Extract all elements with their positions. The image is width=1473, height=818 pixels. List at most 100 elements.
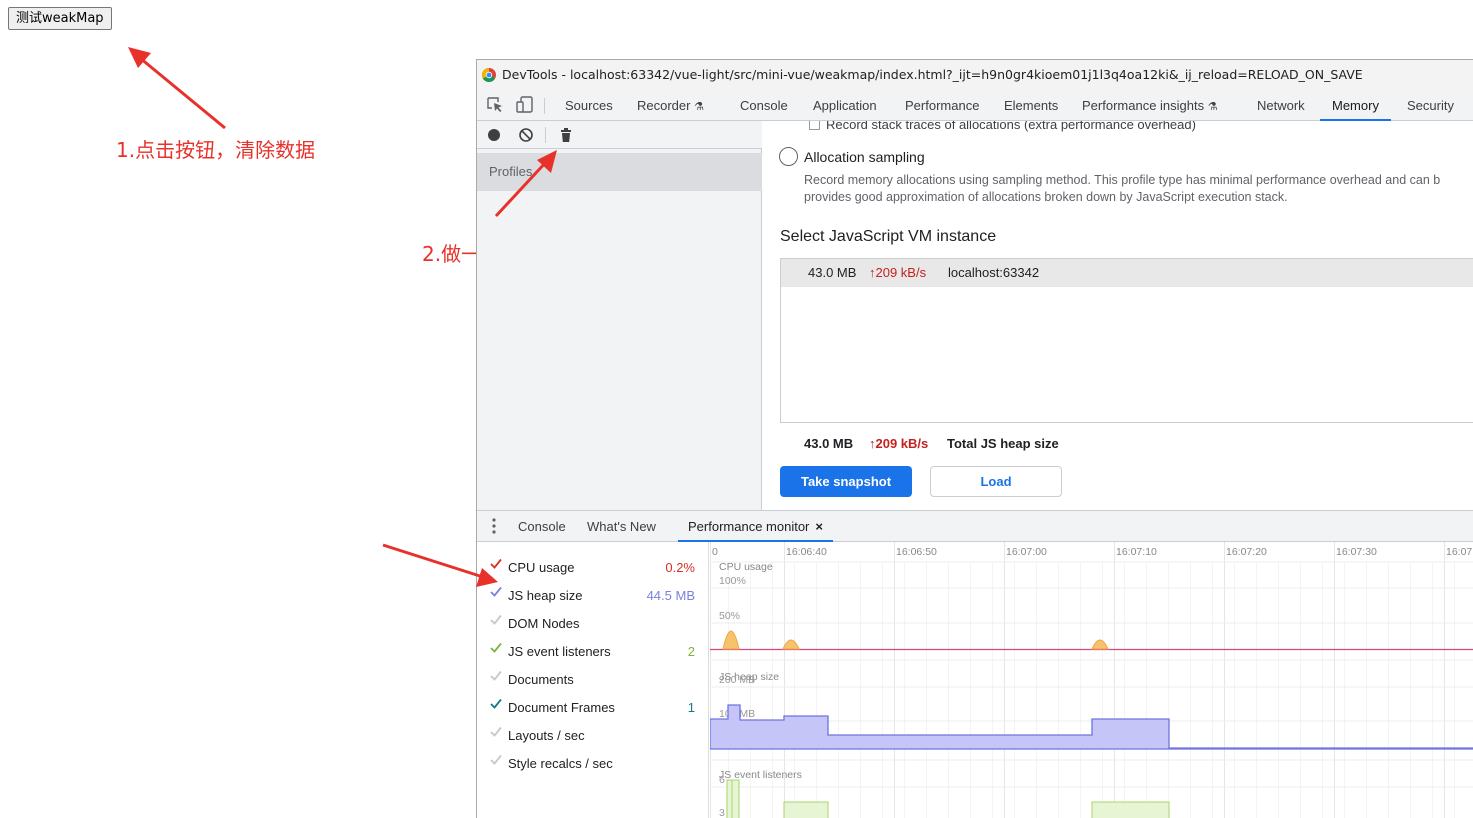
metric-label: Style recalcs / sec [508,756,613,771]
checkmark-icon[interactable] [489,697,503,711]
tab-console[interactable]: Console [740,90,788,121]
tab-elements[interactable]: Elements [1004,90,1058,121]
toolbar-divider [545,127,546,143]
metric-label: Document Frames [508,700,615,715]
flask-icon: ⚗ [694,101,704,113]
select-vm-title: Select JavaScript VM instance [780,228,997,245]
time-label: 16:07:20 [1226,546,1267,558]
tab-memory[interactable]: Memory [1320,90,1391,121]
device-toolbar-icon[interactable] [515,96,535,114]
time-label: 16:07:30 [1336,546,1377,558]
cpu-usage-spike [782,639,800,650]
js-event-listeners-bar [731,779,740,818]
checkmark-icon[interactable] [489,613,503,627]
memory-panel: Record stack traces of allocations (extr… [763,121,1473,510]
performance-monitor-charts: 0 16:06:40 16:06:50 16:07:00 16:07:10 16:07:2… [710,542,1473,818]
metric-row[interactable]: DOM Nodes [477,611,709,639]
scale-label: 100% [719,575,746,587]
checkmark-icon[interactable] [489,669,503,683]
vm-instance-row[interactable]: 43.0 MB ↑209 kB/s localhost:63342 [781,259,1473,287]
metric-label: DOM Nodes [508,616,580,631]
time-label: 16:06:50 [896,546,937,558]
time-label: 16:07:10 [1116,546,1157,558]
chrome-logo-icon [482,68,496,82]
checkmark-icon[interactable] [489,557,503,571]
stack-traces-label: Record stack traces of allocations (extr… [826,121,1196,132]
drawer-tab-performance-monitor[interactable]: Performance monitor × [678,511,833,542]
devtools-tabbar: Sources Recorder ⚗ Console Application P… [477,90,1473,121]
vm-instance-name: localhost:63342 [948,265,1040,280]
metric-row[interactable]: JS heap size 44.5 MB [477,583,709,611]
test-weakmap-button[interactable]: 测试weakMap [8,7,112,30]
tab-performance[interactable]: Performance [905,90,979,121]
tab-security[interactable]: Security [1407,90,1454,121]
js-heap-size-area [710,704,1473,750]
performance-monitor-graph: 0 16:06:40 16:06:50 16:07:00 16:07:10 16:07:2… [710,542,1473,818]
checkmark-icon[interactable] [489,753,503,767]
metric-row[interactable]: Document Frames 1 [477,695,709,723]
annotation-step1: 1.点击按钮，清除数据 [116,138,316,162]
tab-application[interactable]: Application [813,90,877,121]
record-icon[interactable] [486,127,502,143]
scale-label: 3 [719,807,725,818]
allocation-sampling-desc-line1: Record memory allocations using sampling… [804,173,1441,187]
devtools-window: DevTools - localhost:63342/vue-light/src… [476,59,1473,818]
metric-label: JS heap size [508,588,583,603]
profiles-label: Profiles [477,153,762,191]
scale-label: 50% [719,610,740,622]
tab-recorder-label: Recorder [637,98,691,113]
tab-performance-insights-label: Performance insights [1082,98,1205,113]
metric-row[interactable]: CPU usage 0.2% [477,555,709,583]
scale-label: 200 MB [719,674,755,686]
vm-instance-list: 43.0 MB ↑209 kB/s localhost:63342 [780,258,1473,423]
checkmark-icon[interactable] [489,641,503,655]
record-stack-traces-option[interactable]: Record stack traces of allocations (extr… [809,121,1196,132]
time-label: 16:07:00 [1006,546,1047,558]
metric-value: 44.5 MB [646,588,695,603]
vm-instance-size: 43.0 MB [808,265,857,280]
drawer-tabbar: Console What's New Performance monitor × [477,510,1473,542]
tab-recorder[interactable]: Recorder ⚗ [637,90,704,121]
metric-row[interactable]: JS event listeners 2 [477,639,709,667]
metric-row[interactable]: Style recalcs / sec [477,751,709,779]
tab-performance-insights[interactable]: Performance insights ⚗ [1082,90,1218,121]
profiles-toolbar [477,121,762,149]
metric-value: 0.2% [665,560,695,575]
clear-icon[interactable] [518,127,534,143]
garbage-collect-icon[interactable] [558,127,574,143]
stack-traces-checkbox[interactable] [809,121,820,130]
cpu-usage-spike [1091,639,1109,650]
metric-row[interactable]: Documents [477,667,709,695]
cpu-usage-spike [722,630,740,650]
chart-title: CPU usage [719,561,773,573]
drawer-tab-console[interactable]: Console [518,511,566,542]
vm-instance-rate: ↑209 kB/s [869,265,927,280]
tab-network[interactable]: Network [1257,90,1305,121]
checkmark-icon[interactable] [489,585,503,599]
profiles-sidebar: Profiles [477,121,762,510]
time-label: 16:07: [1446,546,1473,558]
toolbar-divider [544,98,545,114]
devtools-titlebar: DevTools - localhost:63342/vue-light/src… [477,60,1473,90]
inspect-element-icon[interactable] [486,96,506,114]
tab-sources[interactable]: Sources [565,90,613,121]
drawer-tab-performance-monitor-label: Performance monitor [688,519,810,534]
more-options-icon[interactable] [492,518,496,534]
allocation-sampling-label[interactable]: Allocation sampling [804,149,925,165]
metric-row[interactable]: Layouts / sec [477,723,709,751]
load-button[interactable]: Load [930,466,1062,497]
metric-label: JS event listeners [508,644,611,659]
allocation-sampling-radio[interactable] [779,147,798,166]
checkmark-icon[interactable] [489,725,503,739]
drawer-tab-whats-new[interactable]: What's New [587,511,656,542]
scale-label: 6 [719,774,725,786]
time-label: 0 [712,546,718,558]
performance-metrics-list: CPU usage 0.2% JS heap size 44.5 MB DOM Node… [477,542,709,818]
metric-value: 2 [687,644,695,659]
take-snapshot-button[interactable]: Take snapshot [780,466,912,497]
close-icon[interactable]: × [815,511,823,542]
metric-label: CPU usage [508,560,575,575]
devtools-window-title: DevTools - localhost:63342/vue-light/src… [502,67,1363,82]
total-heap-rate: ↑209 kB/s [869,436,929,451]
arrow-to-button [128,47,226,130]
